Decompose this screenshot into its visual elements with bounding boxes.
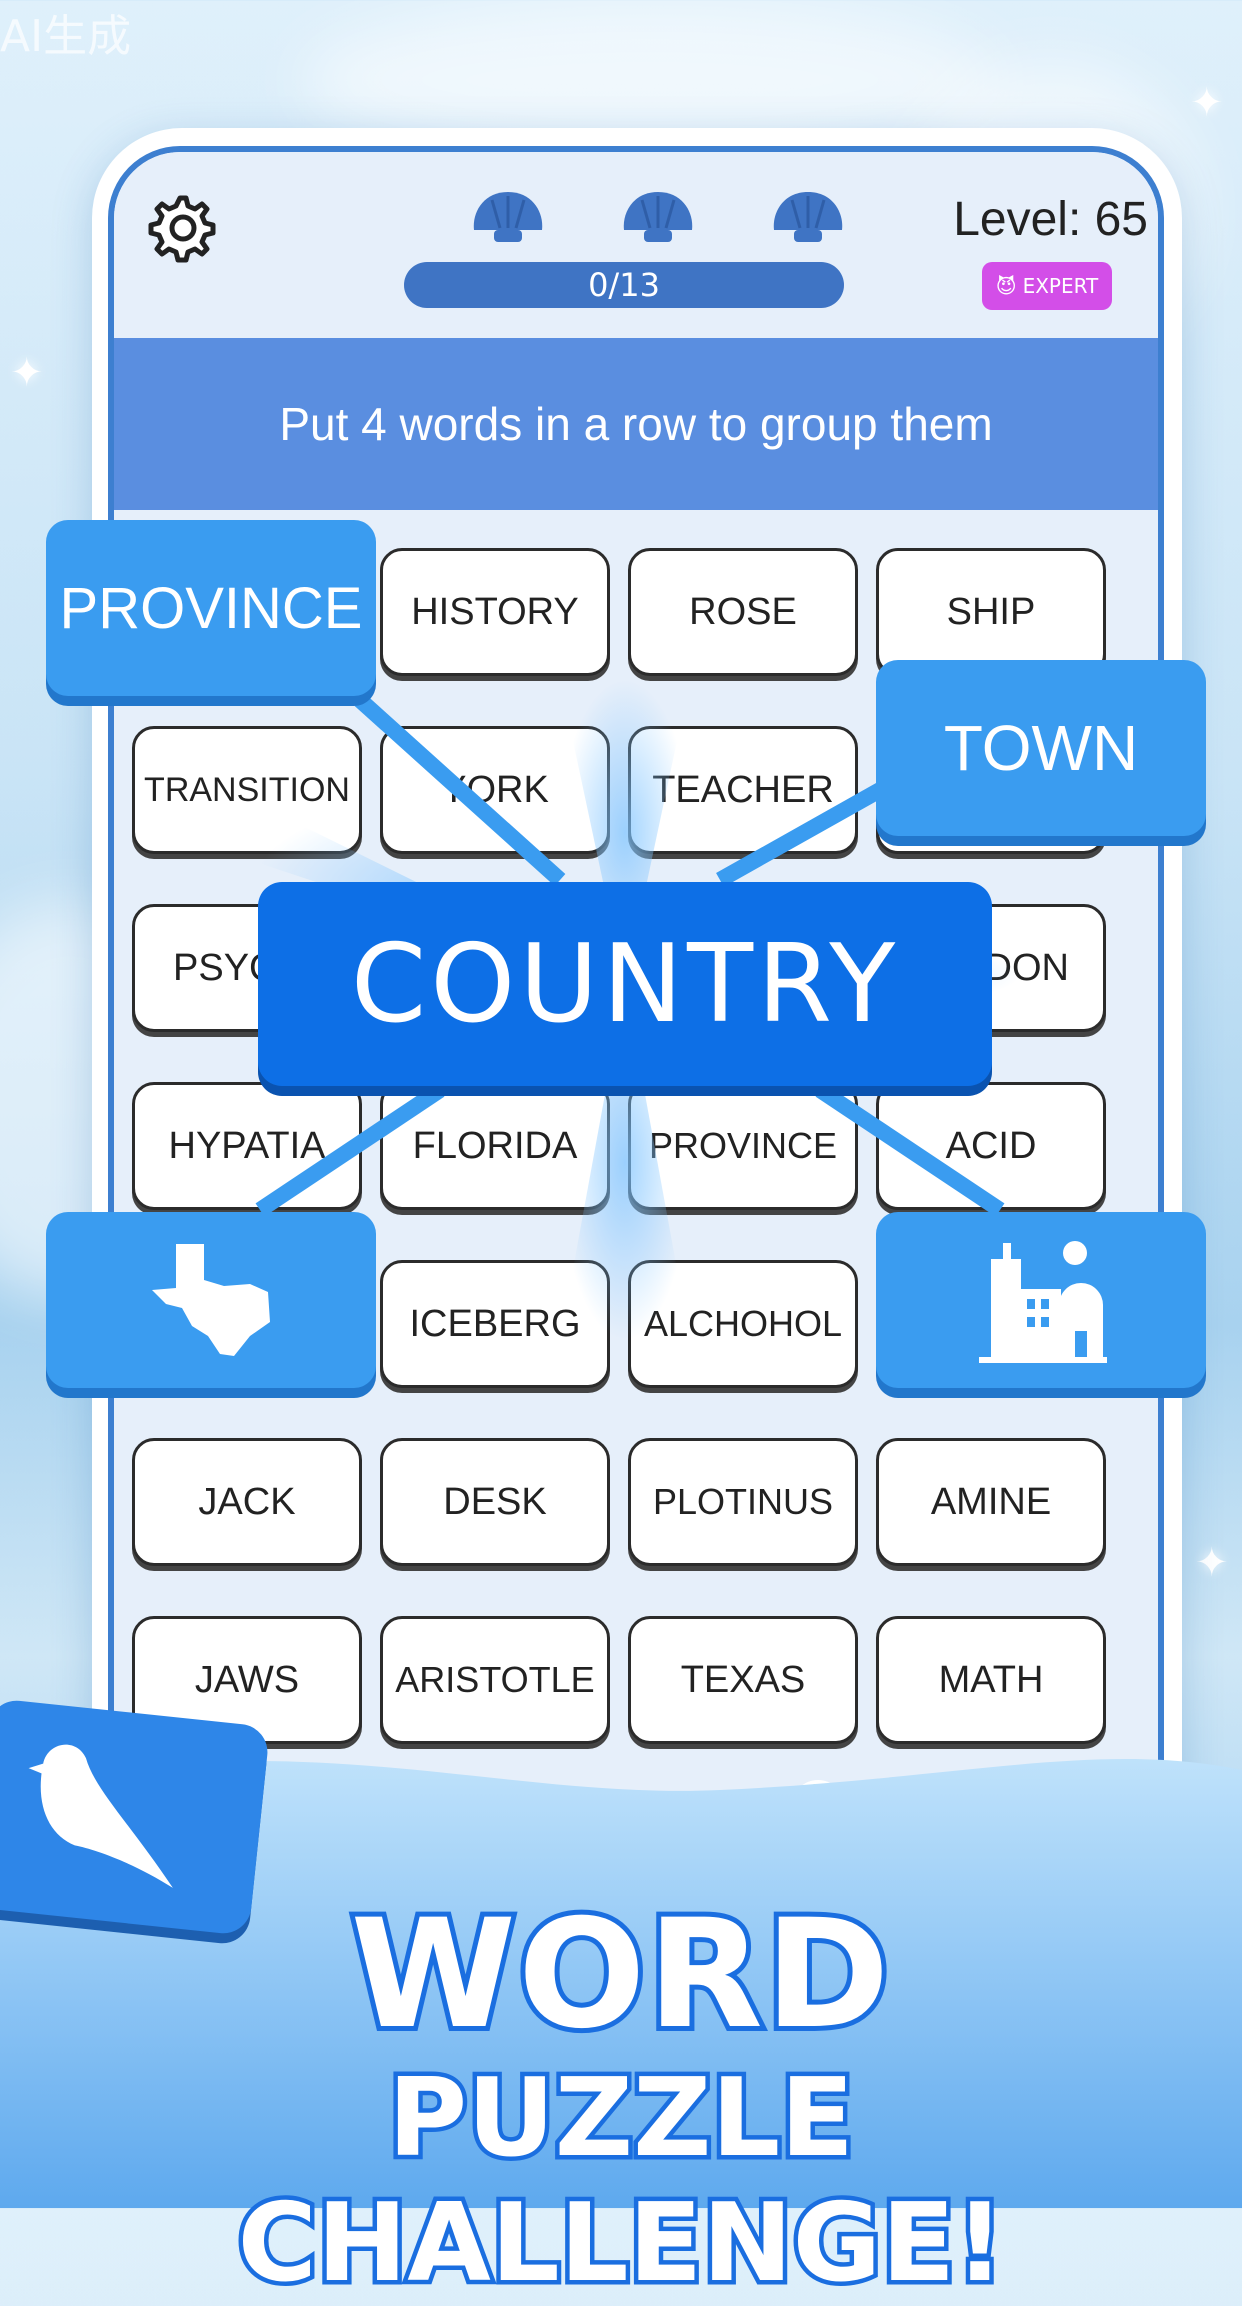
- promo-title-line1: WORD: [346, 1883, 895, 2067]
- sparkle-icon: ✦: [1190, 80, 1224, 126]
- category-tile-town[interactable]: TOWN: [876, 660, 1206, 836]
- sparkle-icon: ✦: [1195, 1540, 1229, 1586]
- word-tile[interactable]: PROVINCE: [628, 1082, 858, 1210]
- category-tile-province[interactable]: PROVINCE: [46, 520, 376, 696]
- word-tile[interactable]: YORK: [380, 726, 610, 854]
- level-label: Level: 65: [953, 193, 1148, 246]
- word-tile[interactable]: TEXAS: [628, 1616, 858, 1744]
- gear-icon[interactable]: [140, 188, 220, 268]
- word-tile[interactable]: SHIP: [876, 548, 1106, 676]
- category-tile-city[interactable]: [876, 1212, 1206, 1388]
- progress-bar: 0/13: [404, 262, 844, 308]
- word-tile[interactable]: HYPATIA: [132, 1082, 362, 1210]
- sparkle-icon: ✦: [10, 350, 44, 396]
- word-tile[interactable]: MATH: [876, 1616, 1106, 1744]
- word-tile[interactable]: JACK: [132, 1438, 362, 1566]
- word-tile[interactable]: PLOTINUS: [628, 1438, 858, 1566]
- bird-icon: [28, 1744, 173, 1888]
- texas-map-icon: [152, 1244, 270, 1356]
- word-tile[interactable]: DESK: [380, 1438, 610, 1566]
- word-tile[interactable]: ACID: [876, 1082, 1106, 1210]
- word-tile[interactable]: ALCHOHOL: [628, 1260, 858, 1388]
- devil-icon: 😈: [995, 274, 1017, 298]
- word-tile[interactable]: AMINE: [876, 1438, 1106, 1566]
- promo-title-line2: PUZZLE CHALLENGE!: [233, 2052, 1009, 2306]
- top-bar: 0/13 Level: 65 😈 EXPERT: [114, 152, 1158, 338]
- city-buildings-icon: [979, 1241, 1107, 1363]
- word-tile[interactable]: FLORIDA: [380, 1082, 610, 1210]
- shell-icon: [623, 192, 693, 242]
- category-title-country: COUNTRY: [258, 882, 992, 1086]
- shell-icon: [473, 192, 543, 242]
- difficulty-badge: 😈 EXPERT: [982, 262, 1112, 310]
- instruction-banner: Put 4 words in a row to group them: [114, 338, 1158, 510]
- word-tile[interactable]: TEACHER: [628, 726, 858, 854]
- watermark: AI生成: [0, 11, 132, 62]
- word-tile[interactable]: TRANSITION: [132, 726, 362, 854]
- word-tile[interactable]: HISTORY: [380, 548, 610, 676]
- word-tile[interactable]: ROSE: [628, 548, 858, 676]
- category-tile-texas[interactable]: [46, 1212, 376, 1388]
- word-tile[interactable]: ICEBERG: [380, 1260, 610, 1388]
- difficulty-label: EXPERT: [1022, 274, 1099, 298]
- shell-icon: [773, 192, 843, 242]
- word-tile[interactable]: ARISTOTLE: [380, 1616, 610, 1744]
